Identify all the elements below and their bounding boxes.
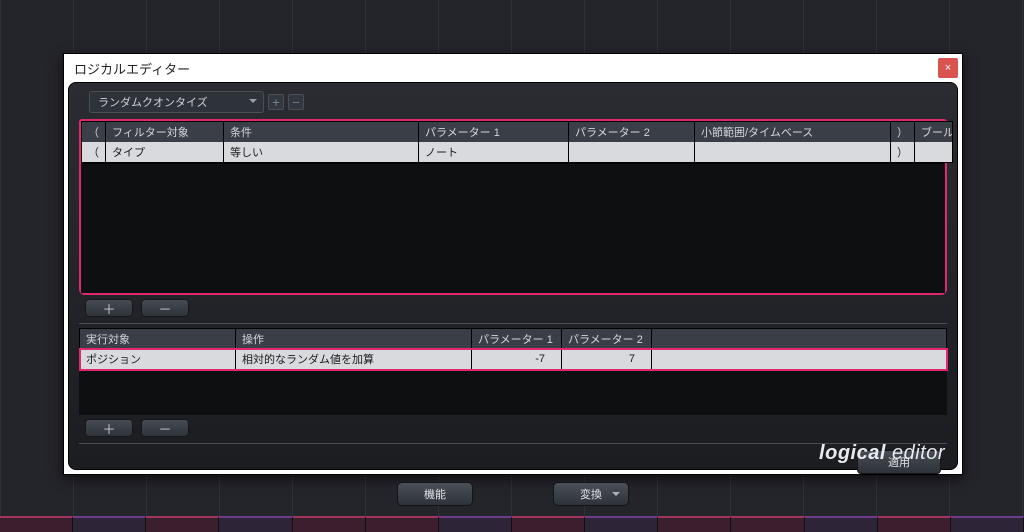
col-param1[interactable]: パラメーター 1 <box>419 122 569 143</box>
col-condition[interactable]: 条件 <box>224 122 419 143</box>
cell-close[interactable]: ） <box>891 142 915 163</box>
col-filter-target[interactable]: フィルター対象 <box>106 122 224 143</box>
cell-action-spacer <box>652 349 947 370</box>
brand-bold: logical <box>819 442 886 464</box>
window-title: ロジカルエディター <box>74 59 190 78</box>
cell-cond[interactable]: 等しい <box>224 142 419 163</box>
cell-p2[interactable] <box>569 142 695 163</box>
action-empty-area[interactable] <box>79 370 947 415</box>
filter-empty-area[interactable] <box>81 163 945 293</box>
col-action-p2[interactable]: パラメーター 2 <box>562 329 652 350</box>
cell-action-p2[interactable]: 7 <box>562 349 652 370</box>
section-divider <box>79 323 947 324</box>
window-titlebar[interactable]: ロジカルエディター × <box>64 54 962 82</box>
filter-add-button[interactable]: ＋ <box>85 299 133 317</box>
apply-row: 適用 <box>79 446 947 478</box>
filter-row[interactable]: （ タイプ 等しい ノート ） <box>82 142 953 163</box>
close-icon: × <box>945 62 951 74</box>
cell-action-p1[interactable]: -7 <box>472 349 562 370</box>
col-action-spacer <box>652 329 947 350</box>
midi-note-strip <box>0 516 1024 532</box>
filter-header-row: （ フィルター対象 条件 パラメーター 1 パラメーター 2 小節範囲/タイムベ… <box>82 122 953 143</box>
col-param2[interactable]: パラメーター 2 <box>569 122 695 143</box>
col-action-target[interactable]: 実行対象 <box>80 329 236 350</box>
function-button[interactable]: 機能 <box>397 482 473 506</box>
col-bar-range[interactable]: 小節範囲/タイムベース <box>695 122 891 143</box>
preset-save-button[interactable]: ＋ <box>268 94 284 110</box>
cell-target[interactable]: タイプ <box>106 142 224 163</box>
preset-row: ランダムクオンタイズ ＋ － <box>89 91 947 113</box>
col-close-bracket[interactable]: ） <box>891 122 915 143</box>
action-remove-button[interactable]: － <box>141 419 189 437</box>
action-button-bar: ＋ － <box>79 415 947 441</box>
editor-panel: ランダムクオンタイズ ＋ － （ フィルター対象 条件 パラメーター 1 パラメ… <box>68 82 958 470</box>
cell-p1[interactable]: ノート <box>419 142 569 163</box>
footer: 機能 変換 <box>79 480 947 508</box>
transform-dropdown[interactable]: 変換 <box>553 482 629 506</box>
cell-action-target[interactable]: ポジション <box>80 349 236 370</box>
filter-remove-button[interactable]: － <box>141 299 189 317</box>
action-add-button[interactable]: ＋ <box>85 419 133 437</box>
preset-dropdown[interactable]: ランダムクオンタイズ <box>89 91 264 113</box>
cell-open[interactable]: （ <box>82 142 106 163</box>
filter-table: （ フィルター対象 条件 パラメーター 1 パラメーター 2 小節範囲/タイムベ… <box>81 121 953 163</box>
brand-label: logical editor <box>819 442 945 465</box>
brand-light: editor <box>892 442 945 464</box>
action-table: 実行対象 操作 パラメーター 1 パラメーター 2 ポジション 相対的なランダム… <box>79 328 947 370</box>
col-action-p1[interactable]: パラメーター 1 <box>472 329 562 350</box>
section-divider-2 <box>79 443 947 444</box>
col-action-op[interactable]: 操作 <box>236 329 472 350</box>
col-bool[interactable]: ブール <box>915 122 953 143</box>
logical-editor-window: ロジカルエディター × ランダムクオンタイズ ＋ － （ フィルター対象 <box>63 53 963 475</box>
cell-bool[interactable] <box>915 142 953 163</box>
cell-range[interactable] <box>695 142 891 163</box>
action-row[interactable]: ポジション 相対的なランダム値を加算 -7 7 <box>80 349 947 370</box>
preset-name: ランダムクオンタイズ <box>98 97 208 109</box>
preset-delete-button[interactable]: － <box>288 94 304 110</box>
col-open-bracket[interactable]: （ <box>82 122 106 143</box>
close-button[interactable]: × <box>938 58 958 78</box>
filter-button-bar: ＋ － <box>79 295 947 321</box>
action-header-row: 実行対象 操作 パラメーター 1 パラメーター 2 <box>80 329 947 350</box>
cell-action-op[interactable]: 相対的なランダム値を加算 <box>236 349 472 370</box>
filter-section: （ フィルター対象 条件 パラメーター 1 パラメーター 2 小節範囲/タイムベ… <box>79 119 947 295</box>
